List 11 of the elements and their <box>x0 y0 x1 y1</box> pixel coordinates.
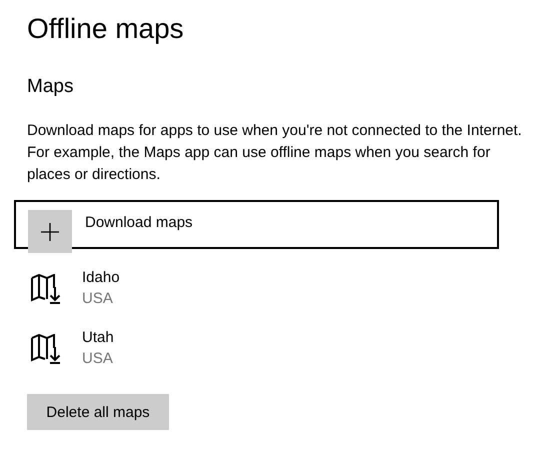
map-region: USA <box>82 349 114 369</box>
map-region: USA <box>82 289 114 309</box>
map-name: Idaho <box>82 268 120 288</box>
plus-icon <box>28 210 72 253</box>
map-download-icon <box>30 334 62 364</box>
map-download-icon <box>30 274 62 304</box>
map-name: Utah <box>82 328 114 348</box>
description: Download maps for apps to use when you're not connected to the Internet. For example, the Maps app can use offline maps when you search for places or directions. <box>27 121 523 185</box>
section-heading: Maps <box>27 75 74 99</box>
delete-all-maps-button[interactable]: Delete all maps <box>27 394 169 430</box>
page-title: Offline maps <box>27 12 185 46</box>
